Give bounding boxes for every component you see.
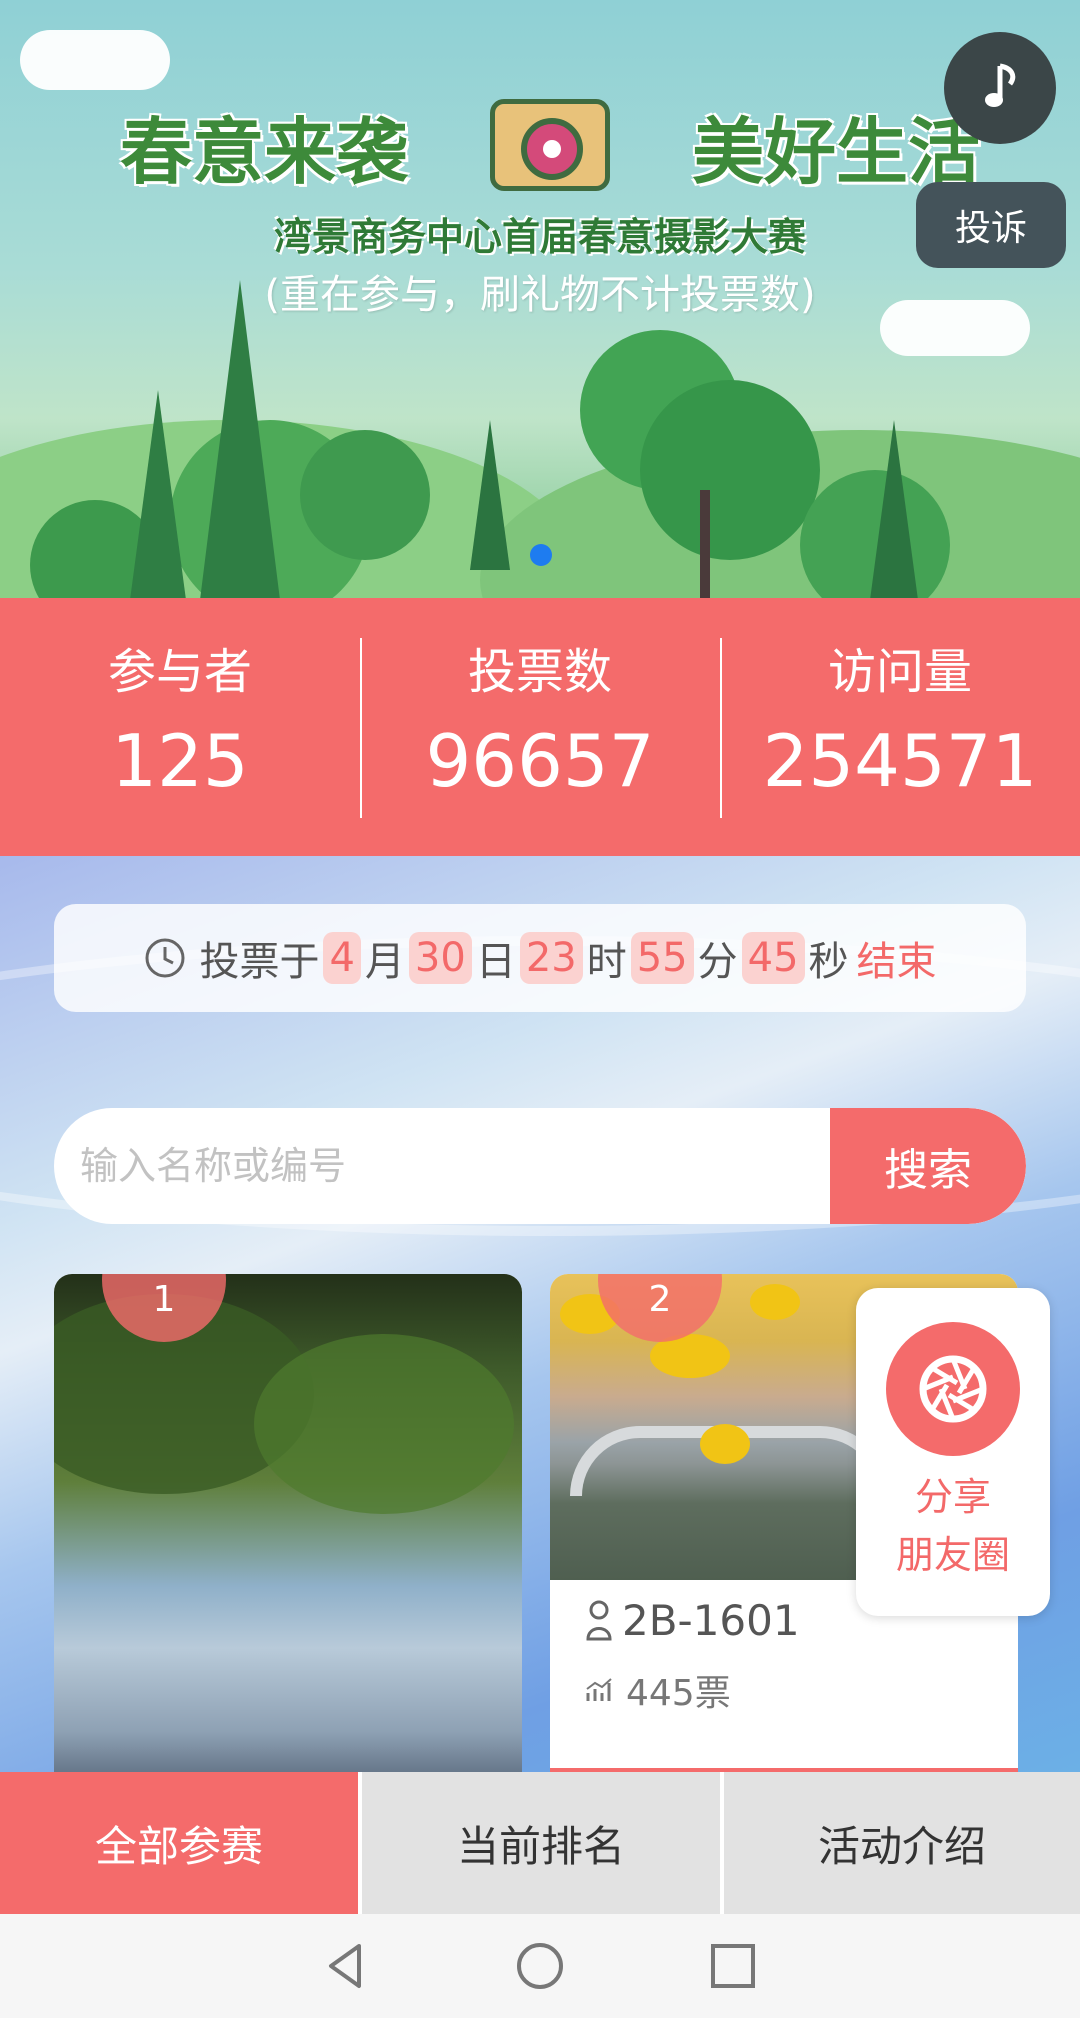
countdown-end-label: 结束 [856,939,937,985]
share-moments-button[interactable]: 分享 朋友圈 [856,1288,1050,1616]
stat-votes: 投票数 96657 [360,598,720,856]
countdown-hour-unit: 时 [586,939,627,985]
stat-participants: 参与者 125 [0,598,360,856]
recents-square-icon[interactable] [705,1938,761,1994]
countdown-hour: 23 [519,932,583,984]
tab-all-entries[interactable]: 全部参赛 [0,1772,358,1914]
home-circle-icon[interactable] [512,1938,568,1994]
countdown-day: 30 [408,932,472,984]
stat-label: 参与者 [107,644,252,700]
tree-decoration [130,390,186,598]
countdown-day-unit: 日 [475,939,516,985]
vote-countdown: 投票于 4 月 30 日 23 时 55 分 45 秒 结束 [54,904,1026,1012]
foliage-decoration [254,1334,514,1514]
search-button[interactable]: 搜索 [830,1108,1026,1224]
entry-votes-row: 445票 [584,1664,731,1716]
flower-decoration [700,1424,750,1464]
tree-decoration [640,380,820,560]
back-triangle-icon[interactable] [319,1938,375,1994]
stat-visits: 访问量 254571 [720,598,1080,856]
tab-ranking[interactable]: 当前排名 [362,1772,720,1914]
share-label-line1: 分享 [914,1475,991,1519]
share-circle [886,1322,1020,1456]
share-label-line2: 朋友圈 [895,1533,1010,1577]
entry-code: 2B-1601 [622,1596,800,1645]
banner-title-left: 春意来袭 [120,108,409,194]
music-note-icon [985,63,1016,107]
search-bar: 搜索 [54,1108,1026,1224]
tree-decoration [300,430,430,560]
entry-code-row: 2B-1601 [584,1596,800,1645]
aperture-icon [919,1355,987,1423]
camera-icon [490,99,610,191]
stat-label: 投票数 [467,644,612,700]
person-icon [586,1600,612,1640]
banner-carousel[interactable]: 春意来袭 美好生活 湾景商务中心首届春意摄影大赛 (重在参与，刷礼物不计投票数) [0,0,1080,598]
banner-title: 春意来袭 美好生活 [120,99,980,194]
countdown-month: 4 [323,932,361,984]
flower-decoration [750,1284,800,1320]
stat-value: 96657 [425,719,655,803]
complain-button[interactable]: 投诉 [916,182,1066,268]
tree-decoration [200,280,280,598]
entry-photo[interactable] [54,1274,522,1772]
countdown-second-unit: 秒 [808,939,849,985]
trend-chart-icon [586,1678,612,1701]
share-label: 分享 朋友圈 [896,1468,1010,1584]
music-toggle-button[interactable] [944,32,1056,144]
stat-value: 125 [111,719,249,803]
countdown-prefix: 投票于 [199,939,320,985]
stat-label: 访问量 [827,644,972,700]
countdown-minute: 55 [630,932,694,984]
banner-note: (重在参与，刷礼物不计投票数) [264,272,816,318]
tree-decoration [470,420,510,570]
entry-votes: 445票 [626,1673,731,1714]
tree-decoration [870,420,918,598]
cloud-decoration [20,30,170,90]
stats-bar: 参与者 125 投票数 96657 访问量 254571 [0,598,1080,856]
tree-trunk-decoration [700,490,710,598]
bottom-tab-bar: 全部参赛 当前排名 活动介绍 [0,1772,1080,1914]
entry-card[interactable]: 1 [54,1274,522,1772]
system-navigation-bar [0,1914,1080,2018]
countdown-minute-unit: 分 [697,939,738,985]
carousel-indicator[interactable] [530,544,552,566]
tab-event-intro[interactable]: 活动介绍 [724,1772,1080,1914]
stat-value: 254571 [762,719,1038,803]
clock-icon [145,938,185,978]
search-input[interactable] [54,1108,830,1224]
countdown-month-unit: 月 [364,939,405,985]
countdown-second: 45 [741,932,805,984]
